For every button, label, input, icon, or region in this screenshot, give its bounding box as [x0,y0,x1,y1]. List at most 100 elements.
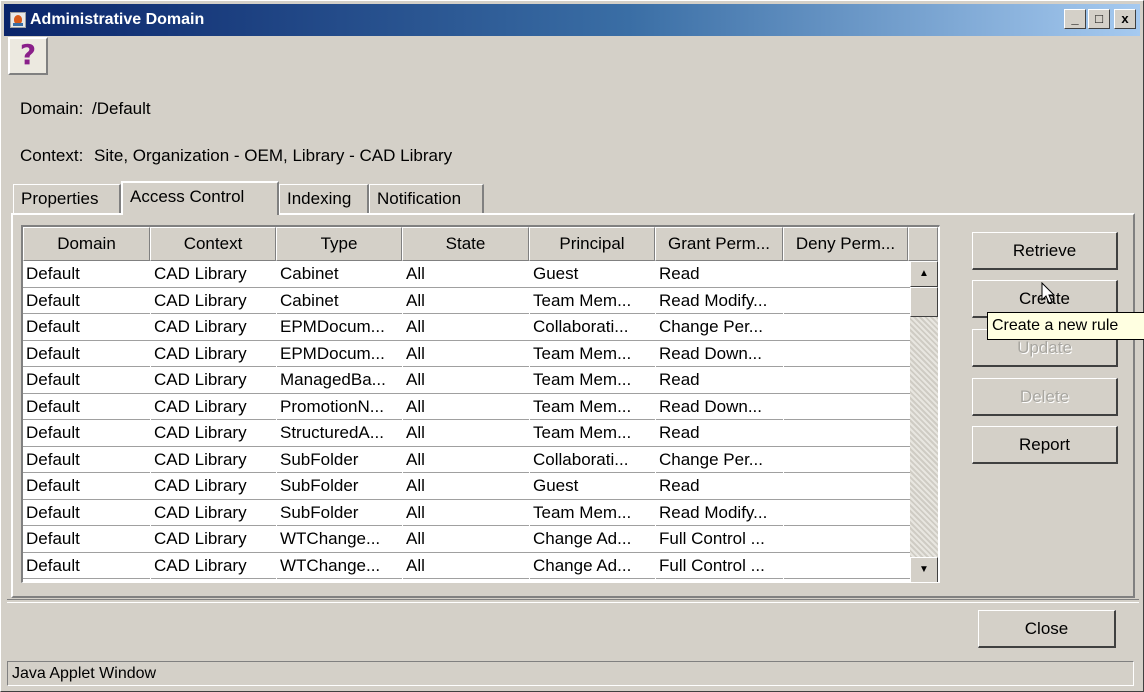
maximize-button[interactable]: □ [1088,9,1110,29]
table-row[interactable]: Default CAD Library EPMDocum... All Collabor… [23,314,913,341]
cell-context: CAD Library [150,393,276,420]
cell-grant-permissions: Read Down... [655,579,783,582]
cell-state: All [402,393,529,420]
column-header-domain[interactable]: Domain [23,227,150,261]
cell-type: PromotionN... [276,393,402,420]
cell-context: CAD Library [150,367,276,393]
cell-grant-permissions: Read Modify... [655,499,783,526]
cell-deny-permissions [783,473,908,499]
cell-domain: Default [26,370,80,389]
title-bar[interactable]: Administrative Domain _ □ x [4,4,1140,36]
question-mark-icon: ? [19,38,37,71]
separator [7,599,1139,603]
cell-domain: Default [23,579,150,582]
table-row[interactable]: Default CAD Library StructuredA... All Team … [23,420,913,447]
table-row[interactable]: Default CAD Library ManagedBa... All Team Me… [23,367,913,394]
cell-type: EPMDocum... [276,340,402,367]
cell-state: All [402,526,529,552]
access-rules-table: Domain Context Type State Principal Gran… [21,225,940,583]
retrieve-button[interactable]: Retrieve [972,232,1118,270]
cell-state: All [402,340,529,367]
cell-domain: Default [26,264,80,283]
scroll-up-button[interactable]: ▲ [910,261,938,287]
java-icon [10,12,26,28]
cell-deny-permissions [783,446,908,473]
tab-properties[interactable]: Properties [13,184,121,213]
cell-principal: Team Mem... [529,340,655,367]
cell-context: CAD Library [150,473,276,499]
cell-context: CAD Library [150,314,276,340]
column-header-deny-permissions[interactable]: Deny Perm... [783,227,908,261]
cell-deny-permissions [783,261,908,287]
cell-context: CAD Library [150,420,276,446]
scroll-thumb[interactable] [910,287,938,317]
cell-principal: Team Mem... [529,420,655,446]
table-row[interactable]: Default CAD Library PromotionN... All Team M… [23,393,913,420]
help-button[interactable]: ? [8,37,48,75]
cell-principal: Team Mem... [529,287,655,314]
status-bar: Java Applet Window [7,661,1134,686]
cell-type: WTChange... [276,526,402,552]
cell-context: CAD Library [150,552,276,579]
cell-principal: Guest [529,473,655,499]
close-button[interactable]: Close [978,610,1116,648]
tab-indexing[interactable]: Indexing [279,184,369,213]
vertical-scrollbar[interactable]: ▲ ▼ [910,261,938,582]
cell-domain: Default [26,290,80,310]
cell-deny-permissions [783,393,908,420]
cell-grant-permissions: Read [655,367,783,393]
cell-grant-permissions: Read Down... [655,393,783,420]
column-header-grant-permissions[interactable]: Grant Perm... [655,227,783,261]
cell-state: All [402,314,529,340]
cell-type: ManagedBa... [276,367,402,393]
table-row[interactable]: Default CAD Library EPMDocum... All Team Mem… [23,340,913,367]
tab-notification[interactable]: Notification [369,184,484,213]
table-row[interactable]: Default CAD Library SubFolder All Collaborat… [23,446,913,473]
table-row[interactable]: Default CAD Library Cabinet All Team Mem... R… [23,287,913,314]
cell-type: SubFolder [276,446,402,473]
cell-context: CAD Library [150,526,276,552]
column-header-context[interactable]: Context [150,227,276,261]
table-row[interactable]: Default CAD Library SubFolder All Team Mem..… [23,499,913,526]
cell-principal: Team Mem... [529,367,655,393]
cell-principal: Team Mem... [529,579,655,582]
minimize-button[interactable]: _ [1064,9,1086,29]
cell-context: CAD Library [150,340,276,367]
close-window-button[interactable]: x [1114,9,1136,29]
tab-access-control[interactable]: Access Control [121,181,279,215]
mouse-cursor-icon [1041,282,1056,304]
context-row: Context: Site, Organization - OEM, Libra… [20,146,452,166]
scroll-down-button[interactable]: ▼ [910,557,938,582]
column-header-state[interactable]: State [402,227,529,261]
report-button[interactable]: Report [972,426,1118,464]
cell-type: StructuredA... [276,420,402,446]
cell-domain: Default [26,476,80,495]
cell-type: EPMDocum... [276,314,402,340]
cell-principal: Team Mem... [529,499,655,526]
table-row[interactable]: DefaultCAD LibraryWTChange...AllTeam Mem… [23,579,913,582]
cell-state: All [402,287,529,314]
cell-state: All [402,552,529,579]
cell-principal: Change Ad... [529,552,655,579]
table-row[interactable]: Default CAD Library Cabinet All Guest Read [23,261,913,288]
table-row[interactable]: Default CAD Library WTChange... All Change A… [23,526,913,553]
table-row[interactable]: Default CAD Library WTChange... All Change A… [23,552,913,579]
column-header-type[interactable]: Type [276,227,402,261]
cell-type: Cabinet [276,287,402,314]
delete-button[interactable]: Delete [972,378,1118,416]
cell-type: SubFolder [276,499,402,526]
administrative-domain-window: Administrative Domain _ □ x ? Domain: /D… [0,0,1144,692]
header-corner [908,227,938,261]
table-row[interactable]: Default CAD Library SubFolder All Guest Read [23,473,913,500]
cell-deny-permissions [783,420,908,446]
cell-context: CAD Library [150,579,276,582]
column-header-principal[interactable]: Principal [529,227,655,261]
cell-domain: Default [26,529,80,548]
cell-deny-permissions [783,552,908,579]
cell-grant-permissions: Read [655,261,783,287]
cell-type: SubFolder [276,473,402,499]
domain-label: Domain: [20,99,84,118]
cell-principal: Collaborati... [529,314,655,340]
cell-state: All [402,499,529,526]
cell-domain: Default [26,317,80,336]
